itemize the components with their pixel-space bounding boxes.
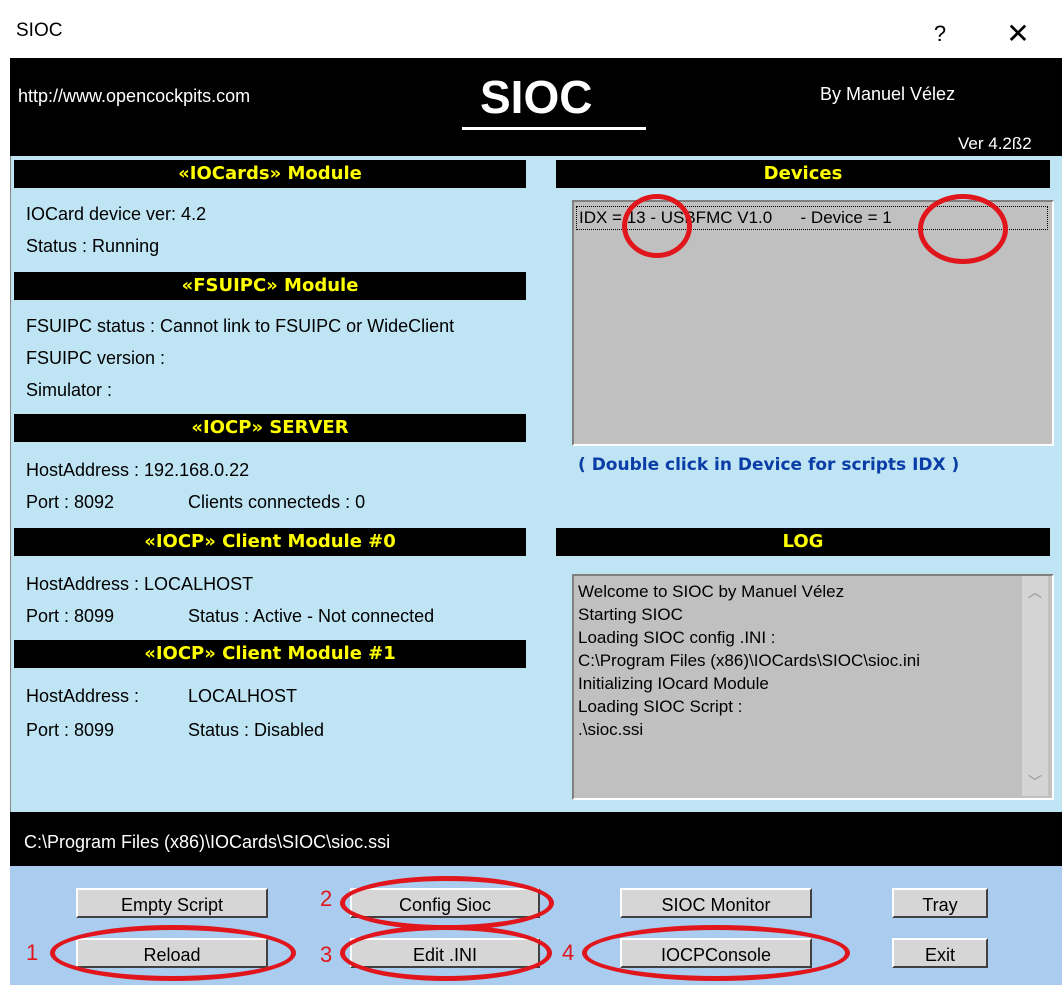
close-button[interactable]: ✕ (996, 12, 1040, 56)
client0-host-address: HostAddress : LOCALHOST (26, 574, 254, 594)
window-titlebar (0, 0, 1062, 58)
empty-script-button[interactable]: Empty Script (76, 888, 268, 918)
annotation-circle-reload (50, 925, 296, 981)
client1-heading: «IOCP» Client Module #1 (14, 640, 526, 668)
iocards-heading: «IOCards» Module (14, 160, 526, 188)
annotation-circle-device (918, 194, 1008, 264)
log-line: Loading SIOC config .INI : (578, 628, 776, 647)
window-title: SIOC (16, 20, 63, 41)
log-line: Initializing IOcard Module (578, 674, 769, 693)
log-line: .\sioc.ssi (578, 720, 644, 739)
client0-port: Port : 8099 (26, 606, 115, 626)
clients-connected: Clients connecteds : 0 (188, 492, 366, 512)
iocard-status: Status : Running (26, 236, 160, 256)
server-port: Port : 8092 (26, 492, 115, 512)
website-link[interactable]: http://www.opencockpits.com (18, 86, 250, 107)
simulator-label: Simulator : (26, 380, 113, 400)
iocard-device-ver: IOCard device ver: 4.2 (26, 204, 207, 224)
scroll-down-icon[interactable]: ﹀ (1028, 772, 1042, 792)
log-scrollbar[interactable]: ︿ ﹀ (1022, 576, 1048, 796)
tray-button[interactable]: Tray (892, 888, 988, 918)
help-button[interactable]: ? (920, 14, 960, 54)
devices-heading: Devices (556, 160, 1050, 188)
fsuipc-heading: «FSUIPC» Module (14, 272, 526, 300)
log-line: Welcome to SIOC by Manuel Vélez (578, 582, 845, 601)
annotation-number-4: 4 (562, 940, 575, 965)
log-heading: LOG (556, 528, 1050, 556)
title-underline (462, 127, 646, 130)
annotation-number-1: 1 (26, 940, 39, 965)
log-line: Starting SIOC (578, 605, 683, 624)
log-line: C:\Program Files (x86)\IOCards\SIOC\sioc… (578, 651, 920, 670)
fsuipc-version: FSUIPC version : (26, 348, 166, 368)
script-path: C:\Program Files (x86)\IOCards\SIOC\sioc… (24, 832, 391, 852)
scroll-up-icon[interactable]: ︿ (1028, 582, 1042, 602)
log-line: Loading SIOC Script : (578, 697, 743, 716)
app-logo-title: SIOC (480, 71, 593, 123)
client0-status: Status : Active - Not connected (188, 606, 435, 626)
fsuipc-status: FSUIPC status : Cannot link to FSUIPC or… (26, 316, 455, 336)
client1-host-value: LOCALHOST (188, 686, 298, 706)
client1-host-label: HostAddress : (26, 686, 140, 706)
sioc-monitor-button[interactable]: SIOC Monitor (620, 888, 812, 918)
client0-heading: «IOCP» Client Module #0 (14, 528, 526, 556)
devices-hint: ( Double click in Device for scripts IDX… (578, 455, 960, 475)
author-label: By Manuel Vélez (820, 84, 956, 104)
client1-port: Port : 8099 (26, 720, 115, 740)
annotation-circle-edit-ini (340, 925, 552, 981)
iocp-server-heading: «IOCP» SERVER (14, 414, 526, 442)
exit-button[interactable]: Exit (892, 938, 988, 968)
version-label: Ver 4.2ß2 (958, 134, 1032, 153)
client1-status: Status : Disabled (188, 720, 325, 740)
log-lines: Welcome to SIOC by Manuel Vélez Starting… (578, 580, 920, 741)
annotation-circle-iocp (582, 925, 850, 981)
annotation-number-2: 2 (320, 886, 333, 911)
server-host-address: HostAddress : 192.168.0.22 (26, 460, 250, 480)
annotation-circle-idx (622, 194, 692, 258)
annotation-circle-config (340, 876, 554, 930)
annotation-number-3: 3 (320, 942, 333, 967)
